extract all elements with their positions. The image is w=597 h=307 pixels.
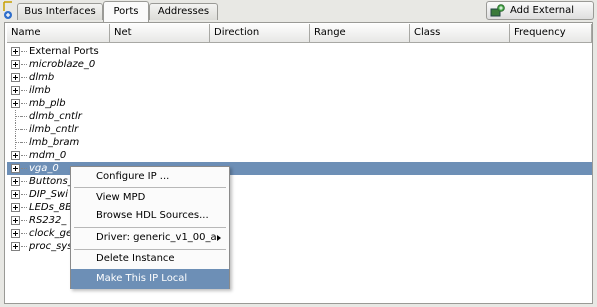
row-label: ilmb_cntlr [29, 124, 79, 135]
row-label: Buttons_ [29, 176, 73, 187]
tab-ports[interactable]: Ports [103, 1, 149, 22]
expand-icon[interactable] [11, 151, 20, 160]
column-class[interactable]: Class [410, 24, 510, 43]
add-plus-icon[interactable] [2, 1, 16, 19]
row-label: vga_0 [29, 163, 59, 174]
tree-row[interactable]: mb_plb [7, 97, 592, 110]
expand-icon[interactable] [11, 86, 20, 95]
submenu-arrow-icon [217, 235, 221, 241]
column-net[interactable]: Net [110, 24, 210, 43]
menu-item-browse-hdl[interactable]: Browse HDL Sources... [71, 206, 229, 226]
column-frequency[interactable]: Frequency [510, 24, 592, 43]
tree-row[interactable]: mdm_0 [7, 149, 592, 162]
tree-row[interactable]: ilmb_cntlr [7, 123, 592, 136]
tab-bus-interfaces[interactable]: Bus Interfaces [17, 3, 103, 20]
row-label: lmb_bram [29, 137, 80, 148]
row-label: DIP_Swi [29, 189, 68, 200]
column-name[interactable]: Name [7, 24, 110, 43]
tree-row[interactable]: ilmb [7, 84, 592, 97]
row-label: dlmb [29, 72, 55, 83]
row-label: LEDs_8B [29, 202, 73, 213]
expand-icon[interactable] [11, 164, 20, 173]
column-range[interactable]: Range [310, 24, 410, 43]
table-header: Name Net Direction Range Class Frequency [7, 24, 592, 43]
tab-addresses[interactable]: Addresses [149, 3, 218, 20]
tree-row[interactable]: lmb_bram [7, 136, 592, 149]
expand-icon[interactable] [11, 73, 20, 82]
tree-row-external-ports[interactable]: External Ports [7, 45, 592, 58]
column-direction[interactable]: Direction [210, 24, 310, 43]
row-label: microblaze_0 [29, 59, 96, 70]
row-label: External Ports [29, 46, 99, 57]
row-label: dlmb_cntlr [29, 111, 82, 122]
expand-icon[interactable] [11, 242, 20, 251]
expand-icon[interactable] [11, 99, 20, 108]
expand-icon[interactable] [11, 190, 20, 199]
row-label: ilmb [29, 85, 51, 96]
tab-strip: Bus Interfaces Ports Addresses Add Exter… [0, 0, 597, 33]
row-label: RS232_ [29, 215, 67, 226]
menu-item-configure-ip[interactable]: Configure IP ... [71, 167, 229, 187]
expand-icon[interactable] [11, 60, 20, 69]
row-label: proc_sys [29, 241, 73, 252]
add-port-icon [490, 4, 505, 17]
tree-row[interactable]: microblaze_0 [7, 58, 592, 71]
expand-icon[interactable] [11, 203, 20, 212]
expand-icon[interactable] [11, 177, 20, 186]
menu-item-view-mpd[interactable]: View MPD [71, 188, 229, 208]
menu-item-make-ip-local[interactable]: Make This IP Local [71, 269, 229, 289]
context-menu: Configure IP ... View MPD Browse HDL Sou… [70, 166, 230, 289]
menu-item-delete-instance[interactable]: Delete Instance [71, 249, 229, 269]
row-label: mdm_0 [29, 150, 67, 161]
tree-row[interactable]: dlmb_cntlr [7, 110, 592, 123]
menu-item-driver-label: Driver: generic_v1_00_a [96, 232, 217, 243]
row-label: mb_plb [29, 98, 66, 109]
expand-icon[interactable] [11, 216, 20, 225]
menu-item-driver[interactable]: Driver: generic_v1_00_a [71, 228, 229, 248]
tree-row[interactable]: dlmb [7, 71, 592, 84]
row-label: clock_ge [29, 228, 73, 239]
add-external-port-button[interactable]: Add External Port [486, 1, 594, 33]
expand-icon[interactable] [11, 229, 20, 238]
expand-icon[interactable] [11, 47, 20, 56]
